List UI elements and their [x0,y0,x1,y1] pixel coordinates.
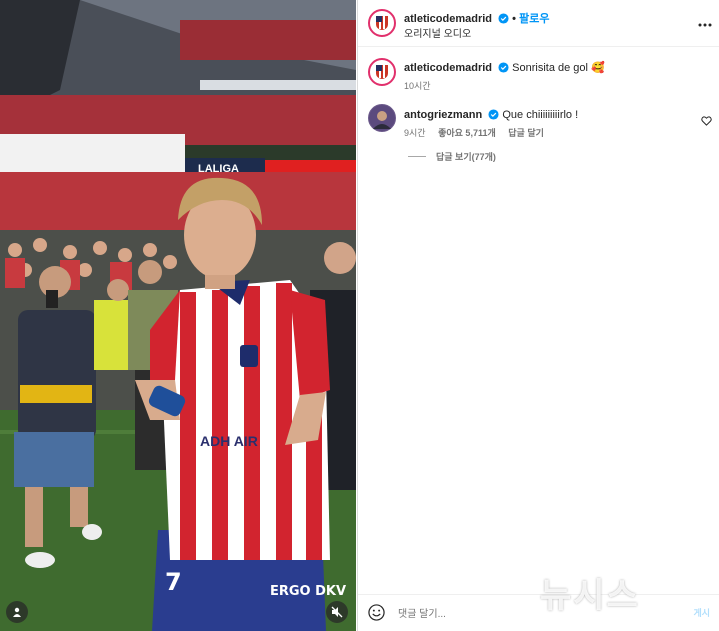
separator-dot: • [512,13,517,25]
audio-label[interactable]: 오리지널 오디오 [404,25,471,40]
more-icon [698,23,712,27]
verified-icon [498,13,509,24]
post-comment-button[interactable]: 게시 [693,606,710,619]
post-media[interactable]: LALIGA ADH AIR 7 ERGO DKV [0,0,356,631]
emoji-icon [368,604,385,621]
post-side-panel: atleticodemadrid • 팔로우 오리지널 오디오 atletico… [357,0,719,631]
mute-button[interactable] [326,601,348,623]
atletico-crest-icon [376,16,388,30]
comment-time: 9시간 [404,128,426,138]
view-replies-button[interactable]: 답글 보기(77개) [408,150,496,163]
verified-icon [488,109,499,120]
commenter-avatar[interactable] [368,104,396,132]
header-author-row: atleticodemadrid • 팔로우 [404,10,549,26]
comment-bar: 댓글 달기... 게시 [358,594,719,631]
comment-row: antogriezmann Que chiiiiiiiiirlo ! [404,109,578,121]
reply-button[interactable]: 답글 달기 [508,128,544,138]
user-tag-icon [13,607,21,617]
emoji-button[interactable] [368,604,385,626]
chest-sponsor-text: ADH AIR [200,433,258,449]
video-frame: LALIGA ADH AIR 7 ERGO DKV [0,0,356,631]
caption-text: Sonrisita de gol 🥰 [512,62,605,74]
comment-like-button[interactable] [701,113,712,131]
comment-input[interactable]: 댓글 달기... [398,605,446,620]
caption-time: 10시간 [404,81,431,91]
user-tag-button[interactable] [6,601,28,623]
commenter-photo [369,105,395,131]
view-replies-label: 답글 보기(77개) [436,152,496,162]
more-options-button[interactable] [698,14,712,32]
heart-icon [701,116,712,126]
replies-divider [408,156,426,157]
author-avatar[interactable] [368,9,396,37]
news-watermark: 뉴시스 [540,576,640,616]
comment-likes[interactable]: 좋아요 5,711개 [438,128,496,138]
caption-row: atleticodemadrid Sonrisita de gol 🥰 [404,61,605,74]
comment-meta: 9시간 좋아요 5,711개 답글 달기 [404,126,554,139]
comment-author-name[interactable]: antogriezmann [404,109,482,121]
mute-icon [331,606,343,618]
comment-text: Que chiiiiiiiiirlo ! [502,109,579,121]
verified-icon [498,62,509,73]
header-author-name[interactable]: atleticodemadrid [404,13,492,25]
shorts-sponsor: ERGO DKV [270,584,346,599]
caption-author-name[interactable]: atleticodemadrid [404,62,492,74]
shorts-number: 7 [165,568,182,596]
post-header: atleticodemadrid • 팔로우 오리지널 오디오 [358,0,719,47]
caption-avatar[interactable] [368,58,396,86]
atletico-crest-icon [376,65,388,79]
follow-button[interactable]: 팔로우 [519,13,549,25]
